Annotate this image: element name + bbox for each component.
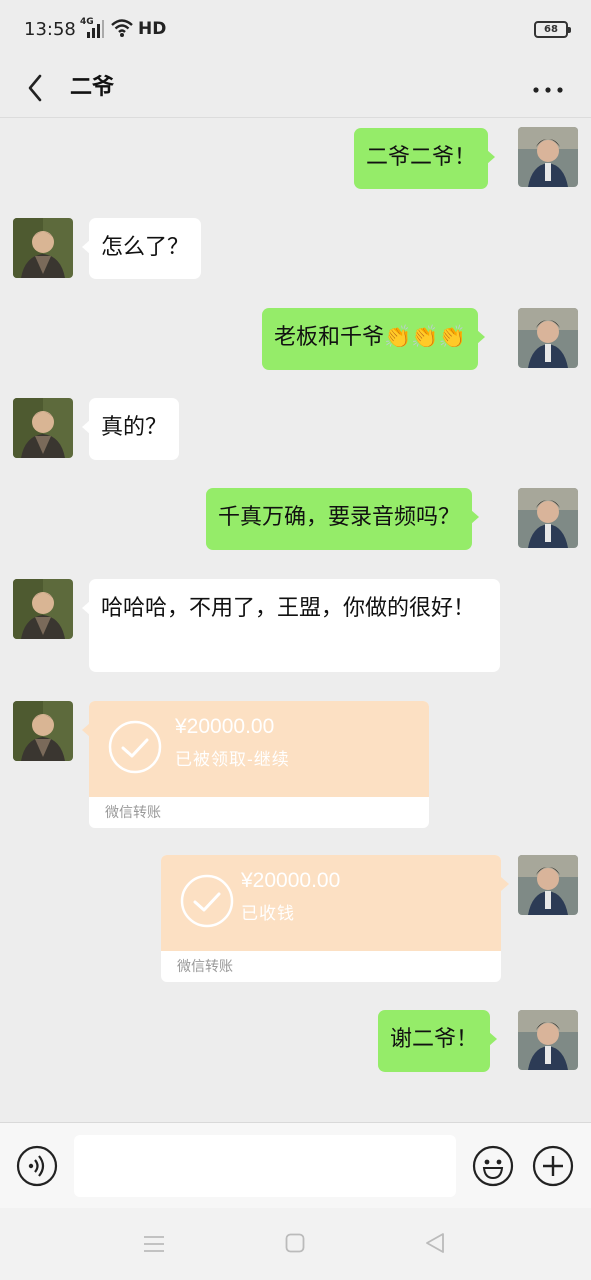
- my-avatar[interactable]: [518, 308, 578, 368]
- transfer-card-sent[interactable]: ¥20000.00 已收钱 微信转账: [161, 855, 501, 982]
- system-nav-bar: [0, 1208, 591, 1280]
- transfer-status: 已收钱: [241, 904, 295, 924]
- check-circle-icon: [180, 874, 234, 928]
- message-bubble-received[interactable]: 怎么了？: [81, 218, 202, 279]
- message-text: 谢二爷！: [390, 1027, 479, 1052]
- contact-avatar[interactable]: [13, 218, 73, 278]
- input-bar: [0, 1122, 591, 1208]
- check-circle-icon: [108, 720, 162, 774]
- status-time: 13:58: [24, 19, 76, 40]
- contact-avatar[interactable]: [13, 701, 73, 761]
- contact-avatar[interactable]: [13, 579, 73, 639]
- battery-icon: 68: [534, 21, 571, 38]
- message-text: 哈哈哈，不用了，王盟，你做的很好！: [101, 596, 476, 621]
- transfer-label: 微信转账: [105, 805, 161, 821]
- chat-header: 二爷: [0, 58, 591, 118]
- message-text: 千真万确，要录音频吗？: [218, 505, 461, 530]
- message-text: 二爷二爷！: [366, 145, 477, 170]
- transfer-amount: ¥20000.00: [175, 715, 275, 738]
- message-bubble-sent[interactable]: 二爷二爷！: [354, 128, 496, 189]
- message-text: 老板和千爷: [274, 325, 385, 350]
- my-avatar[interactable]: [518, 127, 578, 187]
- back-triangle-icon[interactable]: [424, 1232, 446, 1254]
- transfer-amount: ¥20000.00: [241, 869, 341, 892]
- back-icon[interactable]: [22, 68, 50, 108]
- emoji-icon[interactable]: [472, 1145, 514, 1187]
- message-bubble-received[interactable]: 哈哈哈，不用了，王盟，你做的很好！: [82, 579, 500, 672]
- transfer-card-received[interactable]: ¥20000.00 已被领取-继续 微信转账: [89, 701, 429, 828]
- contact-avatar[interactable]: [13, 398, 73, 458]
- menu-icon[interactable]: [143, 1234, 165, 1254]
- signal-icon: [87, 20, 104, 38]
- message-bubble-sent[interactable]: 谢二爷！: [378, 1010, 498, 1072]
- transfer-label: 微信转账: [177, 959, 233, 975]
- hd-badge: HD: [138, 19, 167, 39]
- bubble-tail: [501, 877, 509, 891]
- my-avatar[interactable]: [518, 855, 578, 915]
- message-text: 怎么了？: [101, 235, 190, 260]
- message-bubble-received[interactable]: 真的？: [81, 398, 180, 460]
- message-input[interactable]: [74, 1135, 456, 1197]
- voice-icon[interactable]: [16, 1145, 58, 1187]
- status-bar: 13:58 4G HD 68: [0, 0, 591, 58]
- my-avatar[interactable]: [518, 1010, 578, 1070]
- home-icon[interactable]: [285, 1233, 305, 1253]
- message-bubble-sent[interactable]: 老板和千爷👏👏👏: [262, 308, 486, 370]
- wifi-icon: [111, 19, 133, 37]
- message-list[interactable]: 二爷二爷！ 怎么了？ 老板和千爷👏👏👏 真的？ 千真万确，要录音频吗？ 哈哈哈，…: [0, 118, 591, 1122]
- battery-level: 68: [544, 24, 558, 35]
- clap-emoji: 👏👏👏: [384, 325, 467, 350]
- plus-icon[interactable]: [532, 1145, 574, 1187]
- my-avatar[interactable]: [518, 488, 578, 548]
- message-text: 真的？: [101, 415, 168, 440]
- transfer-status: 已被领取-继续: [175, 750, 290, 770]
- message-bubble-sent[interactable]: 千真万确，要录音频吗？: [206, 488, 480, 550]
- more-icon[interactable]: [528, 76, 568, 104]
- chat-title: 二爷: [70, 75, 115, 100]
